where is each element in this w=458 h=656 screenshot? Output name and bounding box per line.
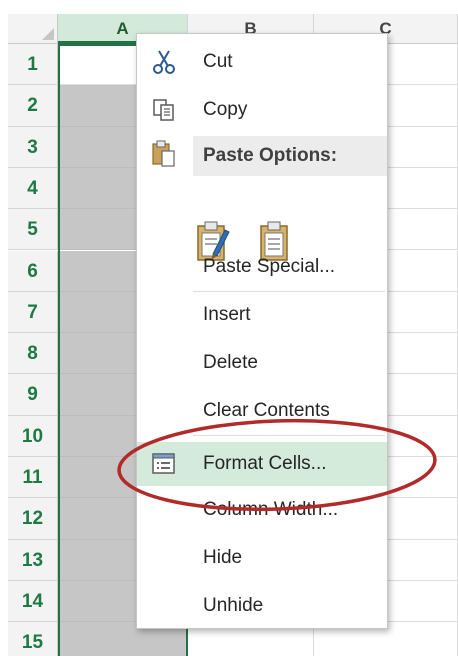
select-all-triangle-icon [42, 28, 54, 40]
menu-item-column-width[interactable]: Column Width... [137, 488, 387, 532]
menu-item-label: Hide [203, 547, 243, 568]
row-header-7[interactable]: 7 [8, 291, 58, 334]
menu-item-label: Format Cells... [203, 453, 327, 474]
menu-item-insert[interactable]: Insert [137, 293, 387, 337]
menu-item-clear-contents[interactable]: Clear Contents [137, 389, 387, 433]
menu-item-delete[interactable]: Delete [137, 341, 387, 385]
menu-item-label: Delete [203, 352, 258, 373]
row-header-11[interactable]: 11 [8, 457, 58, 499]
format-cells-icon [152, 453, 175, 474]
scissors-icon [153, 50, 175, 74]
menu-item-label: Unhide [203, 595, 264, 616]
row-header-3[interactable]: 3 [8, 126, 58, 168]
row-header-14[interactable]: 14 [8, 580, 58, 623]
paste-options-label: Paste Options: [203, 145, 338, 166]
context-menu: Cut Copy Paste Options: Paste Special...… [136, 33, 388, 629]
menu-item-label: Column Width... [203, 499, 339, 520]
row-header-10[interactable]: 10 [8, 415, 58, 457]
row-header-6[interactable]: 6 [8, 250, 58, 292]
row-header-9[interactable]: 9 [8, 374, 58, 416]
menu-item-label: Clear Contents [203, 400, 330, 421]
menu-item-label: Cut [203, 51, 233, 72]
menu-item-paste-special[interactable]: Paste Special... [137, 245, 387, 289]
row-header-5[interactable]: 5 [8, 209, 58, 251]
row-header-13[interactable]: 13 [8, 539, 58, 581]
row-header-12[interactable]: 12 [8, 498, 58, 540]
menu-item-hide[interactable]: Hide [137, 536, 387, 580]
menu-item-cut[interactable]: Cut [137, 40, 387, 84]
menu-item-label: Copy [203, 99, 248, 120]
row-header-2[interactable]: 2 [8, 85, 58, 127]
row-header-4[interactable]: 4 [8, 167, 58, 210]
row-header-8[interactable]: 8 [8, 333, 58, 375]
menu-item-format-cells[interactable]: Format Cells... [137, 442, 387, 486]
menu-item-unhide[interactable]: Unhide [137, 584, 387, 628]
select-all-corner[interactable] [8, 14, 58, 44]
menu-item-copy[interactable]: Copy [137, 88, 387, 132]
row-header-15[interactable]: 15 [8, 622, 58, 656]
menu-separator [193, 435, 385, 436]
excel-screenshot: A B C 1 2 3 4 5 6 7 8 9 10 11 12 13 14 15 Cut Co [0, 0, 458, 656]
menu-item-label: Insert [203, 304, 251, 325]
menu-item-label: Paste Special... [203, 256, 336, 277]
row-header-1[interactable]: 1 [8, 44, 58, 86]
paste-options-header: Paste Options: [193, 136, 387, 176]
copy-icon [153, 99, 174, 121]
clipboard-icon [152, 140, 175, 167]
menu-separator [193, 291, 385, 292]
